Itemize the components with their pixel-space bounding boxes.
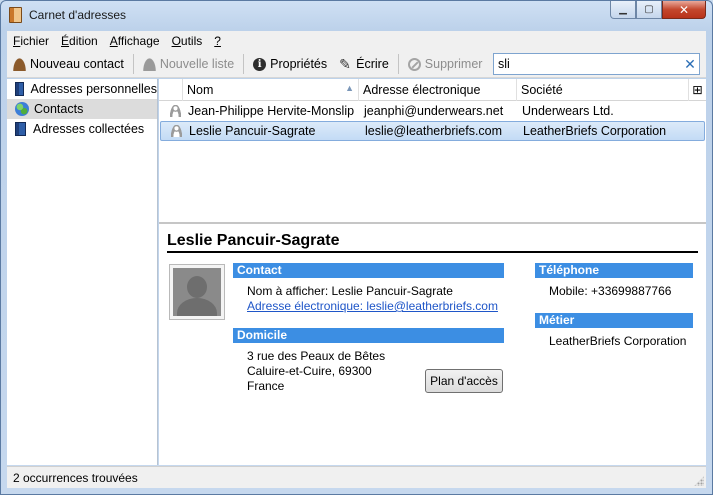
column-header-name[interactable]: Nom ▲ bbox=[183, 78, 359, 101]
globe-icon bbox=[15, 102, 29, 116]
menu-edition-label: dition bbox=[69, 34, 98, 48]
contact-card-pane: Leslie Pancuir-Sagrate Contact Nom à aff… bbox=[159, 224, 706, 465]
column-picker-icon[interactable]: ⊞ bbox=[689, 79, 706, 101]
properties-button[interactable]: i Propriétés bbox=[247, 53, 333, 76]
address-book-icon bbox=[15, 122, 26, 136]
close-button[interactable]: ✕ bbox=[662, 1, 706, 19]
addressbook-item-collected[interactable]: Adresses collectées bbox=[7, 119, 157, 139]
sort-ascending-icon: ▲ bbox=[345, 82, 354, 93]
toolbar: Nouveau contact Nouvelle liste i Proprié… bbox=[7, 51, 706, 78]
display-name: Nom à afficher: Leslie Pancuir-Sagrate bbox=[247, 284, 453, 298]
toolbar-separator bbox=[243, 54, 245, 74]
delete-icon bbox=[407, 57, 421, 71]
clear-search-icon[interactable]: ✕ bbox=[681, 56, 699, 73]
new-contact-button[interactable]: Nouveau contact bbox=[7, 53, 130, 76]
card-name-underline bbox=[167, 251, 698, 253]
address-line-1: 3 rue des Peaux de Bêtes bbox=[247, 349, 386, 363]
minimize-button[interactable]: ▁ bbox=[610, 1, 636, 19]
table-row-selected[interactable]: Leslie Pancuir-Sagrate leslie@leatherbri… bbox=[160, 121, 705, 141]
menu-fichier-label: ichier bbox=[20, 34, 50, 48]
section-header-contact: Contact bbox=[233, 263, 504, 278]
menu-outils-label: utils bbox=[180, 34, 203, 48]
addressbook-item-contacts[interactable]: Contacts bbox=[7, 99, 157, 119]
search-box: ✕ bbox=[493, 53, 700, 75]
results-header: Nom ▲ Adresse électronique Société ⊞ bbox=[159, 78, 706, 101]
address-book-app-icon bbox=[9, 7, 22, 23]
new-contact-label: Nouveau contact bbox=[30, 57, 124, 71]
properties-label: Propriétés bbox=[270, 57, 328, 71]
address-book-window: Carnet d'adresses ▁ ▢ ✕ Fichier Édition … bbox=[0, 0, 713, 495]
toolbar-separator bbox=[397, 54, 399, 74]
cell-name: Jean-Philippe Hervite-Monslip bbox=[188, 104, 355, 118]
cell-company: Underwears Ltd. bbox=[522, 104, 614, 118]
section-header-home: Domicile bbox=[233, 328, 504, 343]
menu-edition-accesskey: É bbox=[61, 34, 70, 48]
table-row[interactable]: Jean-Philippe Hervite-Monslip jeanphi@un… bbox=[160, 101, 705, 121]
info-icon: i bbox=[253, 57, 267, 71]
title-bar: Carnet d'adresses ▁ ▢ ✕ bbox=[1, 1, 712, 29]
person-icon bbox=[170, 125, 182, 137]
window-controls: ▁ ▢ ✕ bbox=[610, 1, 706, 19]
column-header-email-label: Adresse électronique bbox=[363, 82, 481, 97]
address-books-tree: Adresses personnelles Contacts Adresses … bbox=[7, 79, 158, 465]
delete-label: Supprimer bbox=[424, 57, 483, 71]
cell-name: Leslie Pancuir-Sagrate bbox=[189, 124, 316, 138]
email-link[interactable]: Adresse électronique: leslie@leatherbrie… bbox=[247, 299, 498, 313]
menu-edition[interactable]: Édition bbox=[55, 34, 104, 48]
status-text: 2 occurrences trouvées bbox=[13, 471, 138, 485]
addressbook-label: Adresses collectées bbox=[33, 122, 145, 136]
mobile-phone: Mobile: +33699887766 bbox=[549, 284, 672, 298]
toolbar-separator bbox=[132, 54, 134, 74]
menu-bar: Fichier Édition Affichage Outils ? bbox=[7, 31, 706, 51]
menu-fichier[interactable]: Fichier bbox=[7, 34, 55, 48]
contact-icon bbox=[161, 125, 185, 137]
contact-icon bbox=[160, 105, 184, 117]
card-contact-name: Leslie Pancuir-Sagrate bbox=[167, 232, 340, 249]
address-book-icon bbox=[15, 82, 24, 96]
section-header-work: Métier bbox=[535, 313, 693, 328]
status-bar: 2 occurrences trouvées bbox=[7, 466, 706, 488]
pencil-icon: ✎ bbox=[339, 55, 351, 72]
maximize-button[interactable]: ▢ bbox=[636, 1, 662, 19]
menu-outils[interactable]: Outils bbox=[166, 34, 209, 48]
addressbook-label: Contacts bbox=[34, 102, 84, 116]
address-line-3: France bbox=[247, 379, 285, 393]
menu-help-accesskey: ? bbox=[214, 34, 221, 48]
search-input[interactable] bbox=[494, 55, 681, 73]
address-line-2: Caluire-et-Cuire, 69300 bbox=[247, 364, 372, 378]
delete-button[interactable]: Supprimer bbox=[402, 53, 489, 76]
map-button[interactable]: Plan d'accès bbox=[425, 369, 503, 393]
menu-affichage[interactable]: Affichage bbox=[104, 34, 166, 48]
new-contact-icon bbox=[13, 57, 26, 71]
cell-email: leslie@leatherbriefs.com bbox=[365, 124, 503, 138]
new-list-icon bbox=[142, 57, 156, 71]
column-header-email[interactable]: Adresse électronique bbox=[359, 78, 517, 101]
write-button[interactable]: ✎ Écrire bbox=[333, 53, 395, 76]
window-title: Carnet d'adresses bbox=[29, 8, 127, 22]
resize-grip-icon[interactable] bbox=[694, 476, 704, 486]
addressbook-label: Adresses personnelles bbox=[30, 82, 157, 96]
person-icon bbox=[169, 105, 181, 117]
work-company: LeatherBriefs Corporation bbox=[549, 334, 687, 348]
menu-help[interactable]: ? bbox=[208, 34, 227, 48]
menu-affichage-label: ffichage bbox=[117, 34, 160, 48]
new-list-label: Nouvelle liste bbox=[159, 57, 235, 71]
results-tree: Nom ▲ Adresse électronique Société ⊞ Jea… bbox=[159, 78, 706, 222]
column-header-name-label: Nom bbox=[187, 82, 214, 97]
cell-company: LeatherBriefs Corporation bbox=[523, 124, 667, 138]
addressbook-item-personal[interactable]: Adresses personnelles bbox=[7, 79, 157, 99]
column-header-company[interactable]: Société bbox=[517, 78, 689, 101]
write-label: Écrire bbox=[356, 57, 389, 71]
menu-affichage-accesskey: A bbox=[109, 34, 118, 48]
column-header-company-label: Société bbox=[521, 82, 563, 97]
contact-photo bbox=[169, 264, 225, 320]
default-avatar-icon bbox=[173, 268, 221, 316]
column-header-type[interactable] bbox=[159, 78, 183, 101]
new-list-button[interactable]: Nouvelle liste bbox=[137, 53, 240, 76]
cell-email: jeanphi@underwears.net bbox=[364, 104, 504, 118]
section-header-phone: Téléphone bbox=[535, 263, 693, 278]
menu-outils-accesskey: O bbox=[171, 34, 181, 48]
